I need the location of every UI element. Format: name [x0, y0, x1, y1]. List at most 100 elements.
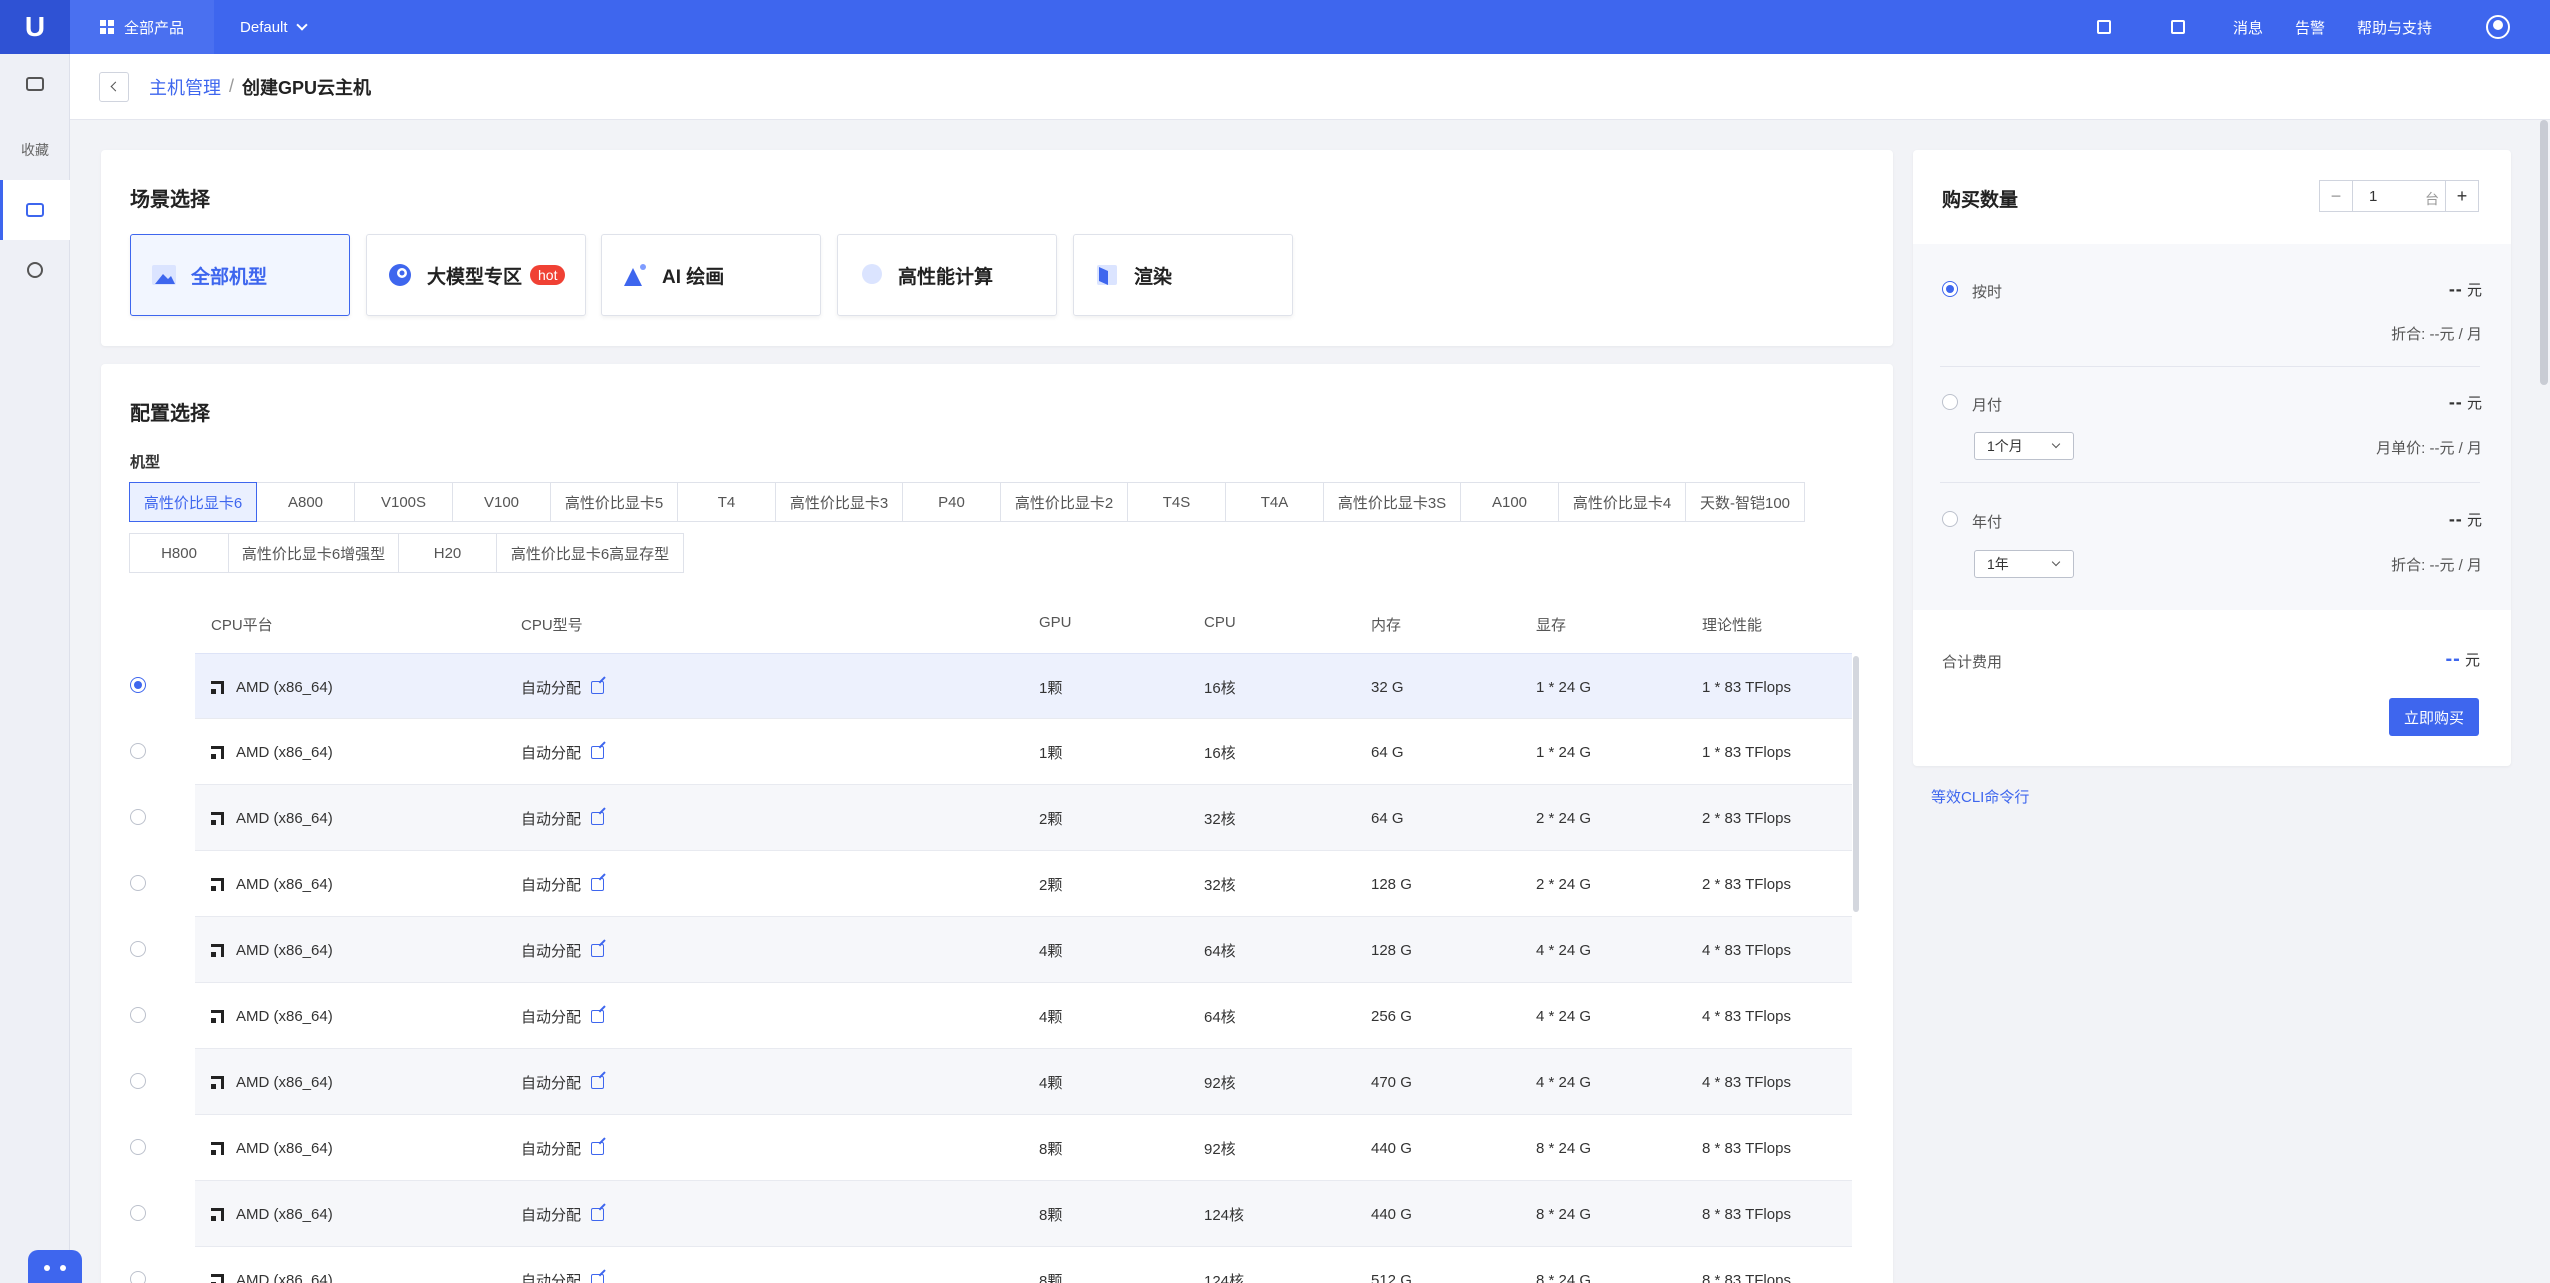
- scene-card-render[interactable]: 渲染: [1073, 234, 1293, 316]
- cell-text: 2颗: [1039, 876, 1063, 894]
- cell-text: 2 * 24 G: [1536, 809, 1592, 827]
- pay-hourly-radio[interactable]: [1942, 281, 1958, 297]
- edit-icon[interactable]: [591, 1141, 605, 1155]
- row-select-radio[interactable]: [130, 1139, 146, 1155]
- cell-vram: 8 * 24 G: [1536, 1181, 1591, 1247]
- cell-vram: 8 * 24 G: [1536, 1247, 1591, 1283]
- month-duration-select[interactable]: 1个月: [1974, 432, 2074, 460]
- cell-text: AMD (x86_64): [236, 1007, 333, 1025]
- model-chip[interactable]: T4: [677, 482, 776, 522]
- row-select-radio[interactable]: [130, 875, 146, 891]
- quantity-plus-button[interactable]: +: [2445, 180, 2479, 212]
- breadcrumb-parent-link[interactable]: 主机管理: [149, 74, 221, 100]
- cli-command-link[interactable]: 等效CLI命令行: [1931, 786, 2029, 807]
- brand-logo[interactable]: U: [0, 0, 70, 54]
- cell-text: 124核: [1204, 1206, 1245, 1224]
- row-select-radio[interactable]: [130, 1271, 146, 1283]
- quantity-input[interactable]: 1 台: [2353, 180, 2445, 212]
- edit-icon[interactable]: [591, 877, 605, 891]
- edit-icon[interactable]: [591, 745, 605, 759]
- cell-cpu-platform: AMD (x86_64): [211, 851, 333, 917]
- edit-icon[interactable]: [591, 1075, 605, 1089]
- model-chip[interactable]: 高性价比显卡5: [550, 482, 678, 522]
- cell-cpu-platform: AMD (x86_64): [211, 1049, 333, 1115]
- scene-card-all-models[interactable]: 全部机型: [130, 234, 350, 316]
- cell-text: 自动分配: [521, 876, 582, 894]
- edit-icon[interactable]: [591, 1273, 605, 1283]
- model-chip[interactable]: T4A: [1225, 482, 1324, 522]
- messages-link[interactable]: 消息: [2233, 17, 2263, 38]
- row-select-radio[interactable]: [130, 743, 146, 759]
- model-chip[interactable]: A100: [1460, 482, 1559, 522]
- model-chip[interactable]: 高性价比显卡2: [1000, 482, 1128, 522]
- quantity-minus-button[interactable]: −: [2319, 180, 2353, 212]
- scene-card-large-model[interactable]: 大模型专区 hot: [366, 234, 586, 316]
- page-scrollbar[interactable]: [2540, 120, 2548, 385]
- amd-logo-icon: [211, 1273, 224, 1283]
- scene-card-ai-painting[interactable]: AI 绘画: [601, 234, 821, 316]
- model-chip[interactable]: 高性价比显卡6高显存型: [496, 533, 684, 573]
- back-button[interactable]: [99, 71, 129, 102]
- edit-icon[interactable]: [591, 943, 605, 957]
- user-avatar-icon[interactable]: [2486, 15, 2510, 39]
- sidebar-item-favorites[interactable]: 收藏: [0, 120, 70, 180]
- table-row[interactable]: AMD (x86_64) 自动分配 4颗 92核 470 G 4 * 24 G 4 * 83…: [195, 1049, 1852, 1115]
- row-select-radio[interactable]: [130, 809, 146, 825]
- buy-now-button[interactable]: 立即购买: [2389, 698, 2479, 736]
- model-chip[interactable]: 高性价比显卡3: [775, 482, 903, 522]
- edit-icon[interactable]: [591, 811, 605, 825]
- chat-assistant-icon[interactable]: [28, 1250, 82, 1283]
- cell-text: 自动分配: [521, 810, 582, 828]
- edit-icon[interactable]: [591, 680, 605, 694]
- year-duration-select[interactable]: 1年: [1974, 550, 2074, 578]
- row-select-radio[interactable]: [130, 1007, 146, 1023]
- cell-vram: 4 * 24 G: [1536, 917, 1591, 983]
- table-row[interactable]: AMD (x86_64) 自动分配 2颗 32核 64 G 2 * 24 G 2 * 83 …: [195, 785, 1852, 851]
- table-row[interactable]: AMD (x86_64) 自动分配 8颗 92核 440 G 8 * 24 G 8 * 83…: [195, 1115, 1852, 1181]
- model-chip[interactable]: H800: [129, 533, 229, 573]
- table-row[interactable]: AMD (x86_64) 自动分配 4颗 64核 256 G 4 * 24 G 4 * 83…: [195, 983, 1852, 1049]
- search-icon[interactable]: [2096, 20, 2111, 34]
- model-chip[interactable]: V100: [452, 482, 551, 522]
- model-chip[interactable]: 高性价比显卡3S: [1323, 482, 1461, 522]
- table-row[interactable]: AMD (x86_64) 自动分配 8颗 124核 440 G 8 * 24 G 8 * 8…: [195, 1181, 1852, 1247]
- model-chip[interactable]: P40: [902, 482, 1001, 522]
- all-products-button[interactable]: 全部产品: [70, 0, 215, 54]
- edit-icon[interactable]: [591, 1009, 605, 1023]
- row-select-radio[interactable]: [130, 1205, 146, 1221]
- model-chip[interactable]: 高性价比显卡6增强型: [228, 533, 399, 573]
- sidebar-item-monitor[interactable]: [0, 54, 70, 114]
- row-select-radio[interactable]: [130, 677, 146, 693]
- model-chip[interactable]: 高性价比显卡4: [1558, 482, 1686, 522]
- table-row[interactable]: AMD (x86_64) 自动分配 4颗 64核 128 G 4 * 24 G 4 * 83…: [195, 917, 1852, 983]
- table-scrollbar[interactable]: [1853, 656, 1859, 912]
- model-chip[interactable]: 天数-智铠100: [1685, 482, 1805, 522]
- table-row[interactable]: AMD (x86_64) 自动分配 1颗 16核 64 G 1 * 24 G 1 * 83 …: [195, 719, 1852, 785]
- table-row[interactable]: AMD (x86_64) 自动分配 1颗 16核 32 G 1 * 24 G 1 * 83 …: [195, 653, 1852, 719]
- model-chip[interactable]: V100S: [354, 482, 453, 522]
- project-selector[interactable]: Default: [240, 19, 308, 36]
- pay-hourly-price: -- 元: [2449, 279, 2482, 300]
- sidebar-item-hosts[interactable]: [0, 180, 70, 240]
- model-chip[interactable]: A800: [256, 482, 355, 522]
- model-chip[interactable]: H20: [398, 533, 497, 573]
- alerts-link[interactable]: 告警: [2295, 17, 2325, 38]
- sidebar-item-network[interactable]: [0, 240, 70, 300]
- table-row[interactable]: AMD (x86_64) 自动分配 8颗 124核 512 G 8 * 24 G 8 * 8…: [195, 1247, 1852, 1283]
- cell-text: 自动分配: [521, 1272, 582, 1283]
- edit-icon[interactable]: [591, 1207, 605, 1221]
- table-row[interactable]: AMD (x86_64) 自动分配 2颗 32核 128 G 2 * 24 G 2 * 83…: [195, 851, 1852, 917]
- pay-yearly-radio[interactable]: [1942, 511, 1958, 527]
- price-value: --: [2448, 392, 2463, 412]
- model-chip[interactable]: T4S: [1127, 482, 1226, 522]
- help-support-link[interactable]: 帮助与支持: [2357, 17, 2432, 38]
- scene-card-hpc[interactable]: 高性能计算: [837, 234, 1057, 316]
- scene-card-label: 高性能计算: [898, 266, 994, 288]
- cell-cpu-model: 自动分配: [521, 719, 605, 785]
- row-select-radio[interactable]: [130, 1073, 146, 1089]
- model-label: 机型: [130, 454, 161, 471]
- pay-monthly-radio[interactable]: [1942, 394, 1958, 410]
- model-chip[interactable]: 高性价比显卡6: [129, 482, 257, 522]
- row-select-radio[interactable]: [130, 941, 146, 957]
- terminal-icon[interactable]: [2170, 20, 2185, 34]
